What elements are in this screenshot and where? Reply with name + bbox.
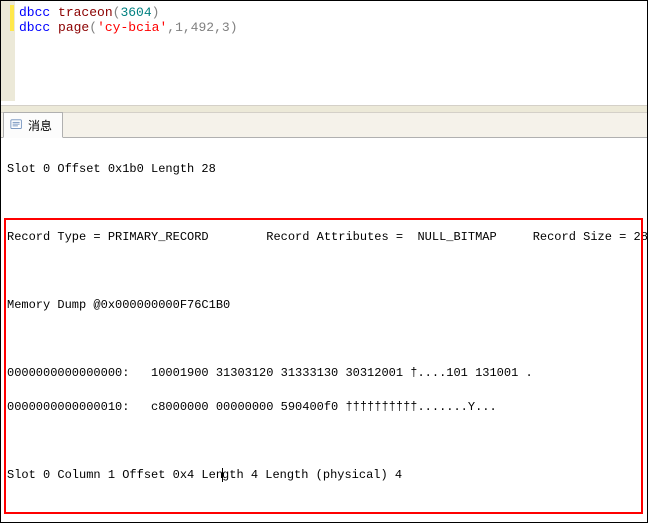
sql-func: traceon xyxy=(58,5,113,20)
tab-messages[interactable]: 消息 xyxy=(3,112,63,138)
execution-marker xyxy=(10,5,14,31)
output-line: Memory Dump @0x000000000F76C1B0 xyxy=(7,297,641,314)
sql-code[interactable]: dbcc traceon(3604) dbcc page('cy-bcia',1… xyxy=(19,5,643,35)
output-line: Slot 0 Offset 0x1b0 Length 28 xyxy=(7,161,641,178)
sql-keyword: dbcc xyxy=(19,5,50,20)
output-blank xyxy=(7,263,641,280)
pane-splitter[interactable] xyxy=(1,105,647,113)
output-blank xyxy=(7,331,641,348)
messages-icon xyxy=(10,118,24,132)
sql-paren: ) xyxy=(152,5,160,20)
sql-paren: ) xyxy=(230,20,238,35)
results-tabbar: 消息 xyxy=(1,113,647,138)
output-blank xyxy=(7,433,641,450)
output-blank xyxy=(7,195,641,212)
sql-editor-pane[interactable]: dbcc traceon(3604) dbcc page('cy-bcia',1… xyxy=(1,1,647,101)
sql-string: 'cy-bcia' xyxy=(97,20,167,35)
sql-keyword: dbcc xyxy=(19,20,50,35)
sql-paren: ( xyxy=(89,20,97,35)
sql-args: ,1,492,3 xyxy=(167,20,229,35)
output-line: Record Type = PRIMARY_RECORD Record Attr… xyxy=(7,229,641,246)
sql-func: page xyxy=(58,20,89,35)
output-line: 0000000000000000: 10001900 31303120 3133… xyxy=(7,365,641,382)
output-line: Slot 0 Column 1 Offset 0x4 Length 4 Leng… xyxy=(7,467,641,484)
sql-number: 3604 xyxy=(120,5,151,20)
output-line: 0000000000000010: c8000000 00000000 5904… xyxy=(7,399,641,416)
tab-messages-label: 消息 xyxy=(28,117,52,134)
output-blank xyxy=(7,501,641,518)
messages-pane[interactable]: Slot 0 Offset 0x1b0 Length 28 Record Typ… xyxy=(1,138,647,523)
